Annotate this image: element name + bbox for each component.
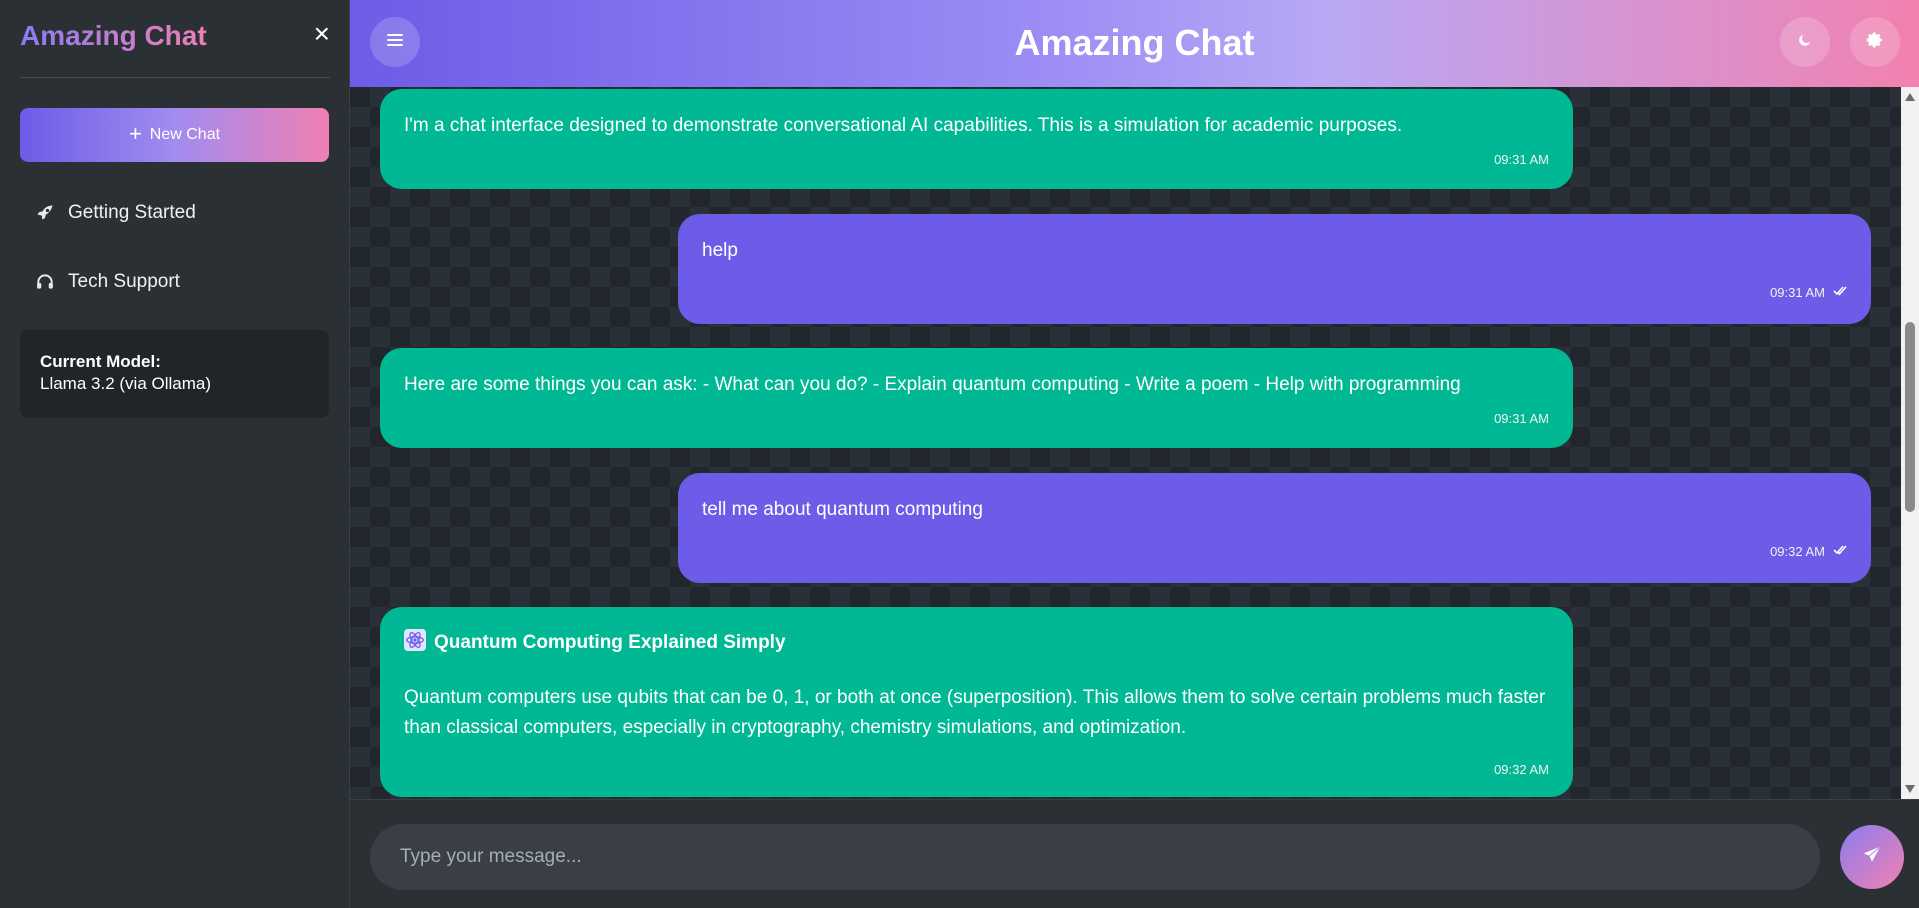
message-input[interactable] [370, 824, 1820, 890]
scroll-up-arrow[interactable] [1905, 93, 1915, 101]
sidebar-header: Amazing Chat × [20, 18, 330, 78]
new-chat-button[interactable]: + New Chat [20, 108, 329, 162]
message-text: help [702, 240, 738, 261]
message-composer [350, 799, 1919, 908]
message-timestamp: 09:31 AM [1494, 152, 1549, 167]
current-model-value: Llama 3.2 (via Ollama) [40, 374, 212, 393]
message-timestamp: 09:32 AM [1770, 544, 1825, 559]
message-time: 09:31 AM [1494, 411, 1549, 426]
sidebar-item-tech-support[interactable]: Tech Support [20, 254, 329, 310]
message-timestamp: 09:31 AM [1770, 285, 1825, 300]
message-text: Quantum computers use qubits that can be… [404, 687, 1546, 738]
double-check-icon [1833, 285, 1847, 300]
message-time: 09:32 AM [1494, 762, 1549, 777]
rocket-icon [34, 202, 56, 224]
message-timestamp: 09:32 AM [1494, 762, 1549, 777]
bot-message: Here are some things you can ask: - What… [380, 348, 1573, 448]
settings-button[interactable] [1850, 17, 1900, 67]
chat-header: Amazing Chat [350, 0, 1919, 87]
headset-icon [34, 271, 56, 293]
paper-plane-icon [1862, 845, 1882, 870]
send-button[interactable] [1840, 825, 1904, 889]
message-heading-text: Quantum Computing Explained Simply [434, 632, 786, 653]
current-model-label: Current Model: [40, 352, 161, 371]
message-time: 09:32 AM [1770, 544, 1847, 559]
message-timestamp: 09:31 AM [1494, 411, 1549, 426]
sidebar-item-getting-started[interactable]: Getting Started [20, 185, 329, 241]
plus-icon: + [128, 121, 142, 146]
sidebar-item-label: Getting Started [68, 202, 196, 223]
close-icon: × [313, 18, 330, 49]
bot-message: I'm a chat interface designed to demonst… [380, 89, 1573, 189]
current-model-panel: Current Model: Llama 3.2 (via Ollama) [20, 330, 329, 418]
sidebar: Amazing Chat × + New Chat Getting Starte… [0, 0, 350, 908]
theme-toggle-button[interactable] [1780, 17, 1830, 67]
message-time: 09:31 AM [1770, 285, 1847, 300]
message-text: Here are some things you can ask: - What… [404, 374, 1461, 395]
scroll-down-arrow[interactable] [1905, 785, 1915, 793]
double-check-icon [1833, 544, 1847, 559]
atom-icon [404, 629, 426, 657]
message-text: tell me about quantum computing [702, 499, 983, 520]
chat-messages[interactable]: I'm a chat interface designed to demonst… [350, 87, 1901, 799]
chat-scrollbar[interactable] [1901, 87, 1919, 799]
scroll-thumb[interactable] [1905, 322, 1915, 512]
user-message: tell me about quantum computing 09:32 AM [678, 473, 1871, 583]
gear-icon [1866, 31, 1884, 54]
new-chat-label: New Chat [149, 126, 221, 143]
message-text: I'm a chat interface designed to demonst… [404, 115, 1403, 136]
moon-icon [1797, 32, 1813, 53]
user-message: help 09:31 AM [678, 214, 1871, 324]
sidebar-title: Amazing Chat [20, 20, 207, 51]
message-time: 09:31 AM [1494, 152, 1549, 167]
sidebar-item-label: Tech Support [68, 271, 180, 292]
close-sidebar-button[interactable]: × [314, 20, 330, 48]
message-heading: Quantum Computing Explained Simply [404, 629, 1549, 657]
bot-message: Quantum Computing Explained Simply Quant… [380, 607, 1573, 797]
page-title: Amazing Chat [1014, 22, 1255, 63]
